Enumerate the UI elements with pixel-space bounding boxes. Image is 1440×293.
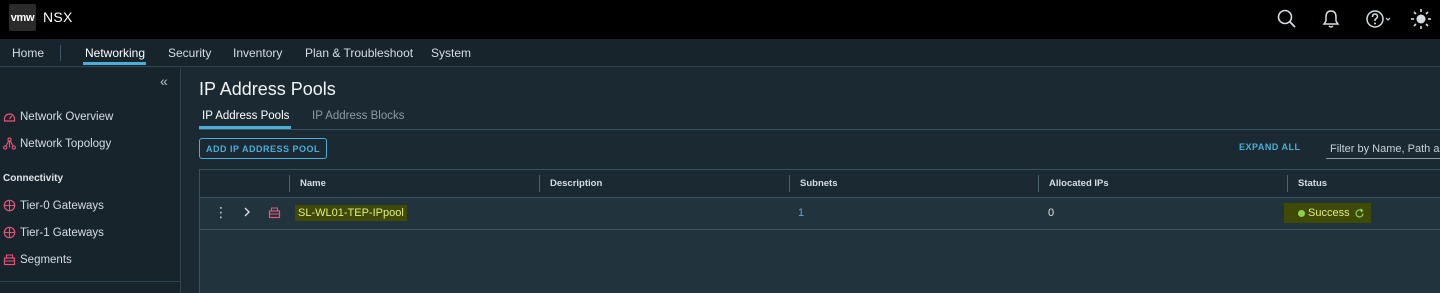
nav-active-indicator [83,62,146,65]
sidebar-item-tier0-gateways[interactable]: Tier-0 Gateways [3,199,104,212]
sidebar-section-connectivity: Connectivity [3,173,64,184]
vmware-logo: vmw [9,4,36,31]
ip-pools-table: Name Description Subnets Allocated IPs S… [199,169,1440,293]
sidebar: « Network Overview Network Topology Conn… [0,68,181,293]
sidebar-item-segments[interactable]: Segments [3,253,72,266]
top-nav: Home Networking Security Inventory Plan … [0,39,1440,67]
nav-networking[interactable]: Networking [85,46,145,60]
row-actions-icon[interactable]: ⋮ [214,205,228,219]
product-name: NSX [43,9,73,25]
column-header-status[interactable]: Status [1298,178,1327,189]
add-ip-address-pool-button[interactable]: ADD IP ADDRESS POOL [199,138,327,159]
column-header-allocated-ips[interactable]: Allocated IPs [1049,178,1109,189]
help-icon[interactable] [1364,6,1394,32]
bell-icon[interactable] [1318,6,1344,32]
nav-system[interactable]: System [431,46,471,60]
app-header: vmw NSX [0,0,1440,39]
tab-ip-address-pools[interactable]: IP Address Pools [202,110,289,122]
sidebar-item-network-topology[interactable]: Network Topology [3,137,111,150]
sidebar-divider [0,281,181,282]
status-text: Success [1308,207,1350,219]
nav-inventory[interactable]: Inventory [233,46,282,60]
column-header-description[interactable]: Description [550,178,602,189]
table-row[interactable]: ⋮ SL-WL01-TEP-IPpool 1 0 Success [200,198,1440,230]
theme-sun-icon[interactable] [1408,6,1434,32]
column-header-subnets[interactable]: Subnets [800,178,837,189]
column-separator [539,175,540,192]
page-title: IP Address Pools [199,79,336,99]
collapse-sidebar-icon[interactable]: « [160,73,168,89]
expand-row-chevron-icon[interactable] [242,205,252,223]
pool-name[interactable]: SL-WL01-TEP-IPpool [295,205,407,221]
nav-plan-troubleshoot[interactable]: Plan & Troubleshoot [305,46,413,60]
network-topology-icon [3,137,16,150]
column-separator [1038,175,1039,192]
sidebar-item-label: Tier-1 Gateways [20,226,104,239]
segments-icon [3,254,16,266]
sidebar-item-label: Network Topology [20,137,112,150]
tab-ip-address-blocks[interactable]: IP Address Blocks [312,110,404,122]
nav-security[interactable]: Security [168,46,211,60]
sidebar-item-label: Network Overview [20,110,114,123]
refresh-icon[interactable] [1354,208,1365,219]
column-separator [289,175,290,192]
tabs-divider [199,129,1440,130]
expand-all-button[interactable]: EXPAND ALL [1239,142,1301,152]
column-separator [789,175,790,192]
ip-pool-icon [268,206,281,224]
nav-home[interactable]: Home [12,46,44,60]
table-header: Name Description Subnets Allocated IPs S… [200,170,1440,198]
network-overview-icon [3,113,16,122]
column-header-name[interactable]: Name [300,178,326,189]
tier0-gateway-icon [3,199,16,212]
sidebar-item-tier1-gateways[interactable]: Tier-1 Gateways [3,226,104,239]
sidebar-item-label: Tier-0 Gateways [20,199,104,212]
tier1-gateway-icon [3,226,16,239]
sidebar-item-network-overview[interactable]: Network Overview [3,110,113,123]
status-dot-icon [1298,209,1305,217]
pool-allocated-ips: 0 [1048,207,1055,219]
nav-divider [60,45,61,61]
sidebar-item-label: Segments [20,253,72,266]
filter-input[interactable] [1326,139,1440,159]
status-badge: Success [1284,203,1371,223]
column-separator [1287,175,1288,192]
search-icon[interactable] [1274,6,1300,32]
pool-subnets-link[interactable]: 1 [798,207,804,219]
